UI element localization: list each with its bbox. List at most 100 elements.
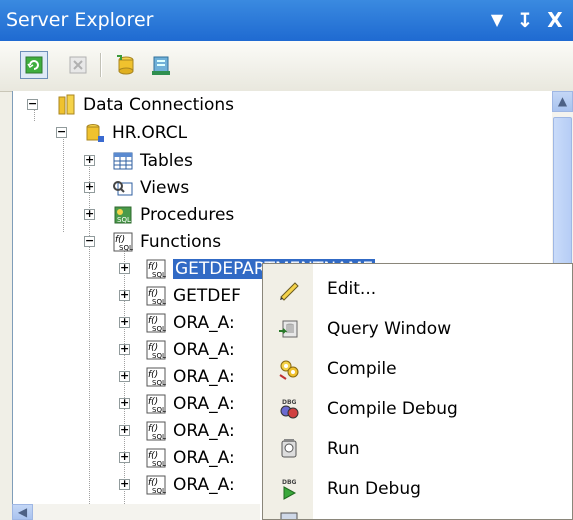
tree-node-function[interactable]: + f() SQL ORA_A: — [119, 309, 235, 337]
tree-node-label: GETDEF — [173, 286, 241, 306]
toolbar-separator — [100, 53, 102, 77]
function-folder-icon: f() SQL — [112, 231, 134, 253]
refresh-icon — [25, 56, 43, 74]
svg-text:SQL: SQL — [152, 379, 166, 387]
tree-node-data-connections[interactable]: − Data Connections — [27, 91, 234, 119]
menu-item-label: Query Window — [327, 319, 452, 339]
scroll-left-icon[interactable]: ◀ — [12, 504, 33, 520]
svg-text:DBG: DBG — [282, 479, 297, 486]
tree-node-function[interactable]: + f() SQL ORA_A: — [119, 444, 235, 472]
expand-icon[interactable]: + — [119, 289, 130, 301]
server-explorer-panel: Server Explorer ▼ ↧ X − Data Connections… — [0, 0, 573, 520]
query-window-icon — [277, 317, 301, 341]
tree-node-label: Views — [140, 178, 190, 198]
database-icon — [84, 122, 106, 144]
collapse-icon[interactable]: − — [84, 235, 95, 247]
expand-icon[interactable]: + — [119, 424, 130, 436]
dropdown-icon[interactable]: ▼ — [484, 5, 510, 35]
function-icon: f() SQL — [145, 420, 167, 442]
menu-item-label: Run — [327, 439, 360, 459]
tree-node-function[interactable]: + f() SQL GETDEF — [119, 282, 241, 310]
menu-item-edit[interactable]: Edit... — [263, 269, 572, 309]
tree-node-label: ORA_A: — [173, 340, 235, 360]
function-icon: f() SQL — [145, 339, 167, 361]
tree-node-function[interactable]: + f() SQL ORA_A: — [119, 390, 235, 418]
expand-icon[interactable]: + — [84, 208, 95, 220]
tree-node-label: ORA_A: — [173, 448, 235, 468]
tree-node-label: Procedures — [140, 205, 235, 225]
expand-icon[interactable]: + — [119, 343, 130, 355]
svg-text:SQL: SQL — [119, 244, 133, 252]
function-icon: f() SQL — [145, 393, 167, 415]
toolbar — [0, 41, 573, 92]
tree-node-function[interactable]: + f() SQL ORA_A: — [119, 471, 235, 499]
horizontal-scrollbar[interactable]: ◀ — [12, 504, 260, 520]
tree-node-label: ORA_A: — [173, 313, 235, 333]
connect-database-button[interactable] — [112, 51, 140, 79]
run-icon — [277, 437, 301, 461]
compile-icon — [277, 357, 301, 381]
menu-item-label: Edit... — [327, 279, 377, 299]
panel-title: Server Explorer — [6, 9, 154, 31]
expand-icon[interactable]: + — [119, 316, 130, 328]
menu-item-partial[interactable] — [263, 509, 572, 519]
svg-text:DBG: DBG — [282, 399, 297, 406]
svg-text:SQL: SQL — [152, 271, 166, 279]
procedure-icon: SQL — [112, 204, 134, 226]
refresh-button[interactable] — [20, 51, 48, 79]
stop-icon — [69, 56, 87, 74]
tree-node-connection[interactable]: − HR.ORCL — [56, 119, 187, 147]
svg-text:SQL: SQL — [152, 298, 166, 306]
view-icon — [112, 177, 134, 199]
connect-database-icon — [117, 55, 134, 75]
svg-text:SQL: SQL — [152, 433, 166, 441]
menu-item-compile[interactable]: Compile — [263, 349, 572, 389]
menu-item-icon — [277, 511, 301, 519]
menu-item-run-debug[interactable]: DBG Run Debug — [263, 469, 572, 509]
table-icon — [112, 150, 134, 172]
tree-node-procedures[interactable]: + SQL Procedures — [84, 201, 234, 229]
title-bar: Server Explorer ▼ ↧ X — [0, 0, 573, 41]
svg-text:SQL: SQL — [152, 487, 166, 495]
svg-text:SQL: SQL — [152, 352, 166, 360]
menu-item-query-window[interactable]: Query Window — [263, 309, 572, 349]
server-icon — [152, 56, 170, 75]
tree-node-label: Functions — [140, 232, 222, 252]
svg-text:SQL: SQL — [152, 406, 166, 414]
tree-node-label: ORA_A: — [173, 394, 235, 414]
pencil-icon — [277, 277, 301, 301]
pin-icon[interactable]: ↧ — [512, 5, 538, 35]
expand-icon[interactable]: + — [119, 370, 130, 382]
function-icon: f() SQL — [145, 447, 167, 469]
tree-node-function[interactable]: + f() SQL ORA_A: — [119, 363, 235, 391]
collapse-icon[interactable]: − — [56, 126, 67, 138]
function-icon: f() SQL — [145, 312, 167, 334]
expand-icon[interactable]: + — [119, 262, 130, 274]
expand-icon[interactable]: + — [119, 397, 130, 409]
collapse-icon[interactable]: − — [27, 98, 38, 110]
tree-node-label: Data Connections — [83, 95, 235, 115]
tree-node-tables[interactable]: + Tables — [84, 147, 193, 175]
stop-refresh-button[interactable] — [64, 51, 92, 79]
menu-item-run[interactable]: Run — [263, 429, 572, 469]
tree-node-views[interactable]: + Views — [84, 174, 189, 202]
data-connections-icon — [55, 94, 77, 116]
connect-server-button[interactable] — [146, 51, 174, 79]
function-icon: f() SQL — [145, 474, 167, 496]
menu-item-label: Compile — [327, 359, 397, 379]
expand-icon[interactable]: + — [119, 478, 130, 490]
menu-item-label: Compile Debug — [327, 399, 458, 419]
svg-text:SQL: SQL — [152, 460, 166, 468]
tree-node-function[interactable]: + f() SQL ORA_A: — [119, 336, 235, 364]
tree-node-function[interactable]: + f() SQL ORA_A: — [119, 417, 235, 445]
expand-icon[interactable]: + — [119, 451, 130, 463]
function-icon: f() SQL — [145, 366, 167, 388]
menu-item-compile-debug[interactable]: DBG Compile Debug — [263, 389, 572, 429]
close-icon[interactable]: X — [542, 5, 568, 35]
expand-icon[interactable]: + — [84, 181, 95, 193]
scroll-up-icon[interactable]: ▲ — [552, 91, 573, 112]
expand-icon[interactable]: + — [84, 154, 95, 166]
tree-node-functions[interactable]: − f() SQL Functions — [84, 228, 221, 256]
compile-debug-icon: DBG — [277, 397, 301, 421]
menu-item-label: Run Debug — [327, 479, 421, 499]
